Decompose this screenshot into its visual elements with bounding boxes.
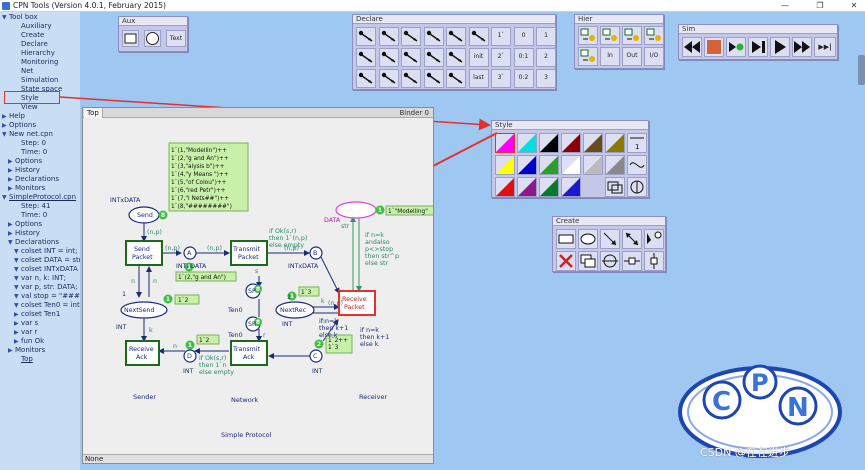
arc-str: str	[341, 223, 350, 230]
place-d-label: D	[187, 353, 192, 360]
transition-transmit-packet[interactable]	[230, 240, 268, 266]
arc-n-3: n	[173, 343, 177, 350]
place-b-label: B	[313, 250, 317, 257]
arc-k-2: k	[321, 298, 325, 305]
arc-np-1: (n,p)	[147, 229, 162, 236]
a-tokens-text: 1`(2,"g and An")	[178, 275, 226, 281]
place-nextsend-type: INT	[116, 324, 127, 331]
d-tokens-text: 1`2	[199, 338, 210, 344]
place-received-type: DATA	[324, 217, 341, 224]
place-a-label: A	[187, 250, 192, 257]
nextrec-tokens-text: 1`3	[301, 290, 312, 296]
arc-recv-str: if n=k andalso p<>stop then str^p else s…	[365, 232, 401, 267]
place-nextrec-type: INT	[282, 321, 293, 328]
section-sender: Sender	[133, 393, 156, 401]
sp-count: 8	[256, 286, 260, 293]
binder-name: Binder 0	[399, 109, 430, 117]
logo-letter-n: N	[787, 393, 809, 423]
binder-footer: None	[83, 454, 433, 463]
a-count: 1	[187, 264, 191, 271]
place-sp-label: SP	[248, 288, 256, 295]
tab-top[interactable]: Top	[84, 108, 103, 118]
transition-transmit-ack[interactable]	[230, 340, 268, 366]
place-received[interactable]	[335, 201, 377, 219]
place-nextrec-label: NextRec	[280, 307, 307, 314]
place-sr-type: Ten0	[227, 332, 243, 339]
arc-n-1: n	[153, 278, 157, 285]
transition-send-packet[interactable]	[125, 240, 163, 266]
nextrec-init: 1	[287, 294, 291, 301]
csdn-watermark: CSDN @在在进步	[700, 446, 790, 459]
place-a-type: INTxDATA	[176, 263, 207, 270]
place-d-type: INT	[183, 368, 194, 375]
nextsend-count: 1	[166, 296, 170, 303]
sr-count: 8	[256, 319, 260, 326]
transition-receive-ack[interactable]	[125, 340, 160, 366]
arc-r-1: r	[263, 332, 266, 339]
transition-receive-packet-label: Receive Packet	[342, 296, 367, 311]
logo-letter-c: C	[712, 387, 731, 417]
net-title: Simple Protocol	[221, 431, 272, 439]
arc-recv-k2: if n=k then k+1 else k	[360, 327, 391, 348]
d-count: 1	[188, 342, 192, 349]
arc-ack-cond: if Ok(s,r) then 1`n else empty	[199, 355, 234, 376]
side-scroll-grip[interactable]	[858, 55, 865, 85]
nextsend-init: 1	[122, 291, 126, 298]
transition-receive-packet[interactable]	[338, 290, 376, 316]
place-b-type: INTxDATA	[288, 263, 319, 270]
received-count: 1	[378, 207, 382, 214]
place-send-type: INTxDATA	[110, 197, 141, 204]
petri-net-canvas[interactable]: Send INTxDATA NextSend INT A INTxDATA B …	[83, 119, 433, 454]
binder-header: Top Binder 0	[83, 108, 433, 118]
section-network: Network	[231, 396, 258, 404]
arc-n-2: n	[131, 278, 135, 285]
arc-np-5: (n,p)	[328, 300, 343, 307]
logo-letter-p: P	[751, 369, 769, 397]
section-receiver: Receiver	[359, 393, 387, 401]
binder-window[interactable]: Top Binder 0 Send INTxDATA NextSend INT …	[82, 107, 434, 464]
place-c-type: INT	[312, 368, 323, 375]
place-send-label: Send	[137, 212, 153, 219]
place-sp-type: Ten0	[227, 307, 243, 314]
send-count: 8	[161, 212, 165, 219]
arc-np-3: (n,p)	[207, 245, 222, 252]
place-c-label: C	[313, 353, 318, 360]
received-tokens-text: 1`"Modelling"	[388, 209, 428, 215]
arc-k-1: k	[149, 327, 153, 334]
arc-transmit-cond: if Ok(s,r) then 1`(n,p) else empty	[269, 228, 309, 249]
arc-np-2: (n,p)	[165, 245, 180, 252]
c-count: 2	[317, 341, 321, 348]
place-nextsend-label: NextSend	[124, 307, 155, 314]
nextsend-tokens-text: 1`2	[178, 298, 189, 304]
arc-s-1: s	[255, 268, 258, 275]
